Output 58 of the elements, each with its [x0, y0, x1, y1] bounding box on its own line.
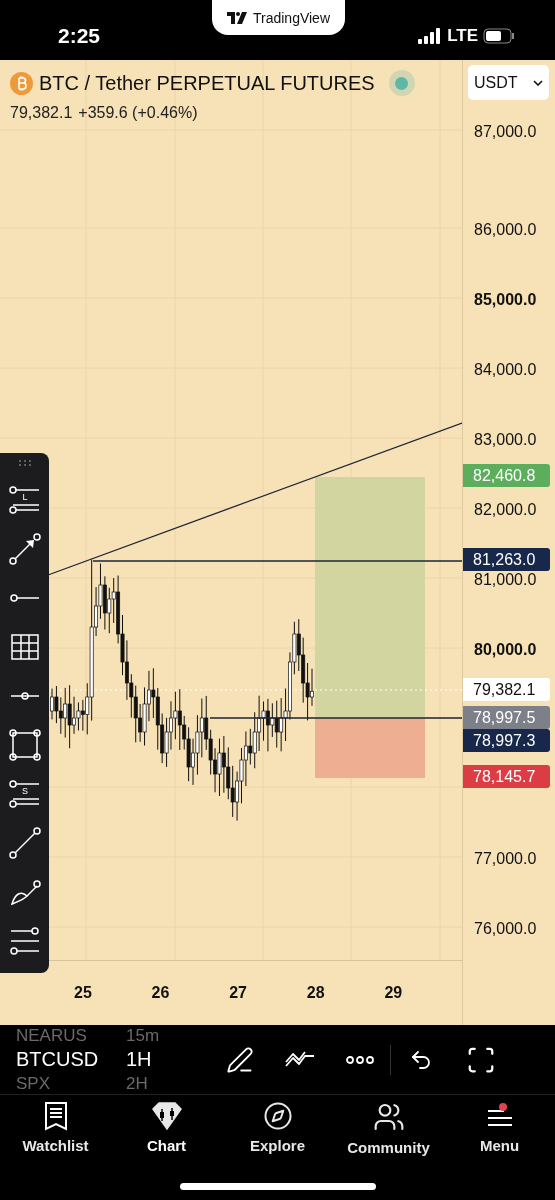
line-icon[interactable] [8, 827, 41, 859]
lines-icon[interactable] [8, 925, 41, 957]
nav-tab[interactable]: Watchlist [0, 1101, 111, 1165]
status-time: 2:25 [58, 24, 101, 48]
price-badge: 78,997.5 [463, 706, 550, 729]
watchlist-icon [42, 1101, 69, 1131]
compass-icon [262, 1101, 293, 1131]
app-name: TradingView [252, 9, 330, 26]
price-label: 87,000.0 [474, 123, 537, 141]
price-label: 77,000.0 [474, 850, 537, 868]
date-label: 26 [151, 984, 171, 1002]
symbol-option[interactable]: NEARUS [16, 1025, 126, 1046]
price-badge: 78,145.7 [463, 765, 550, 788]
interval-option[interactable]: 2H [126, 1073, 148, 1094]
currency-select[interactable]: USDT [468, 65, 549, 100]
arrow-line-icon[interactable] [8, 533, 41, 565]
price-label: 83,000.0 [474, 431, 537, 449]
price-label: 82,000.0 [474, 501, 537, 519]
battery-icon [483, 28, 515, 44]
date-label: 28 [306, 984, 326, 1002]
chart-icon [150, 1101, 183, 1131]
status-dot [388, 70, 415, 96]
rectangle-icon[interactable] [8, 729, 41, 761]
interval-option[interactable]: 1H [126, 1048, 152, 1071]
last-price: 79,382.1 [10, 104, 73, 122]
price-label: 86,000.0 [474, 221, 537, 239]
price-label: 81,000.0 [474, 571, 537, 589]
price-badge: 78,997.3 [463, 729, 550, 752]
date-label: 29 [384, 984, 404, 1002]
network-label: LTE [447, 26, 478, 46]
price-change: +359.6 (+0.46%) [78, 104, 198, 122]
price-badge: 82,460.8 [463, 464, 550, 487]
pen-icon [226, 1045, 254, 1074]
signal-icon [418, 28, 443, 44]
notification-dot [498, 1103, 507, 1111]
date-label: 25 [74, 984, 93, 1002]
logo-icon [226, 11, 247, 24]
chevron-down-icon [533, 79, 543, 86]
symbol-option[interactable]: BTCUSD [16, 1048, 126, 1071]
nav-tab[interactable]: Explore [222, 1101, 333, 1165]
price-label: 84,000.0 [474, 361, 537, 379]
date-label: 27 [229, 984, 248, 1002]
symbol-title: BTC / Tether PERPETUAL FUTURES [39, 71, 375, 95]
grip-icon[interactable] [16, 459, 33, 467]
price-label: 76,000.0 [474, 920, 537, 938]
people-icon [372, 1101, 405, 1133]
bitcoin-icon [10, 71, 33, 95]
nav-tab[interactable]: Chart [111, 1101, 222, 1165]
price-label: 80,000.0 [474, 641, 537, 659]
interval-option[interactable]: 15m [126, 1025, 160, 1046]
more-icon [346, 1055, 374, 1064]
grid-icon[interactable] [8, 631, 41, 663]
nav-tab[interactable]: Community [333, 1101, 444, 1165]
nav-tab[interactable]: Menu [444, 1101, 555, 1165]
price-label: 85,000.0 [474, 291, 537, 309]
price-badge: 81,263.0 [463, 548, 550, 571]
price-badge: 79,382.1 [463, 678, 550, 701]
symbol-option[interactable]: SPX [16, 1073, 126, 1094]
